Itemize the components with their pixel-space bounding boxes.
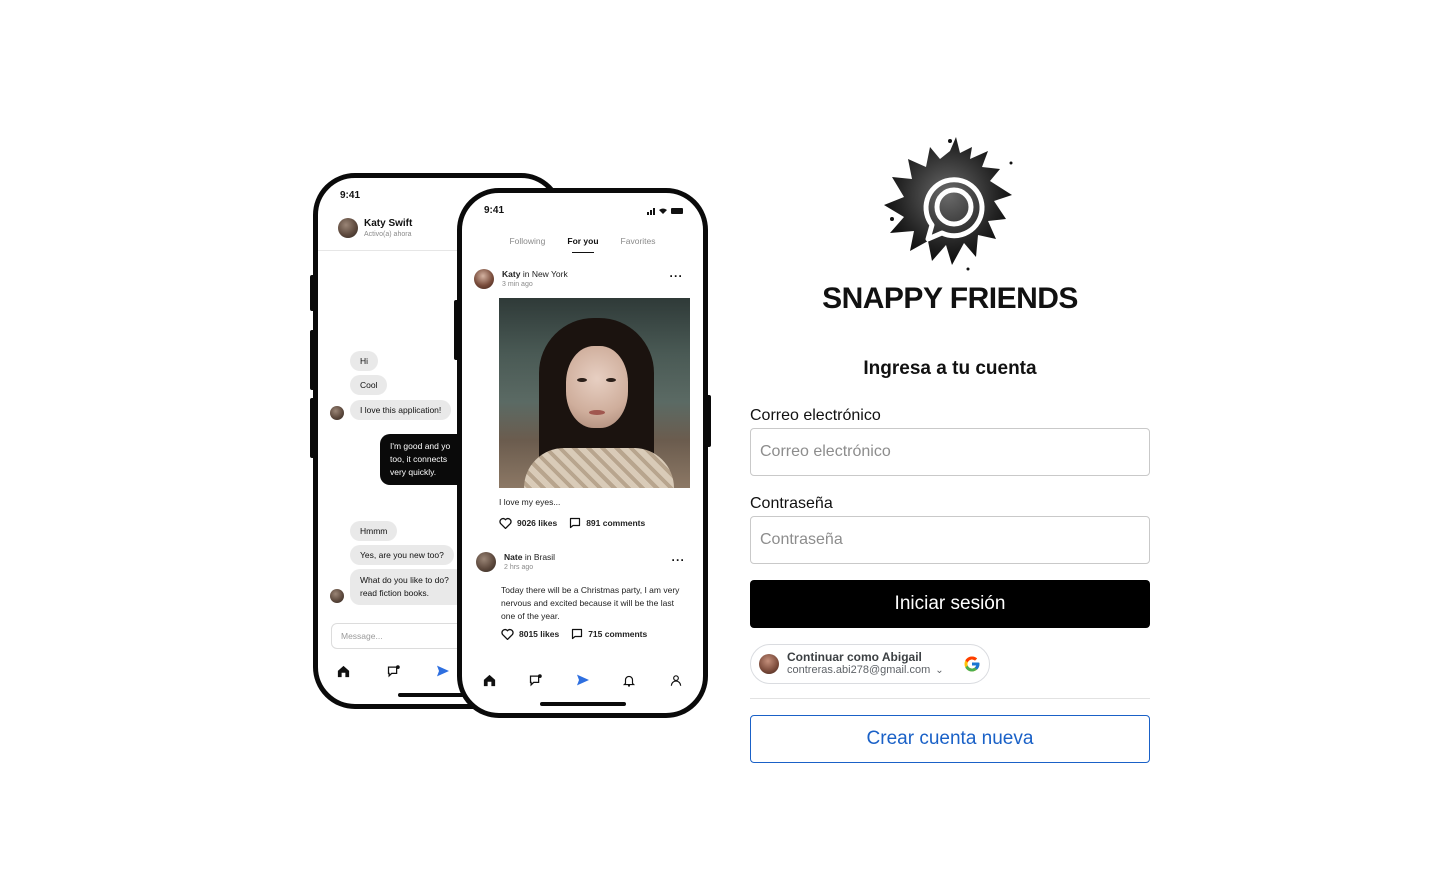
likes-count: 9026 likes	[517, 518, 558, 528]
post-caption: Today there will be a Christmas party, I…	[501, 585, 680, 621]
feed-tabs: Following For you Favorites	[462, 236, 703, 253]
chat-bubble: I love this application!	[350, 400, 452, 420]
tab-following[interactable]: Following	[509, 236, 545, 246]
post-author-line: Nate in Brasil	[504, 552, 555, 562]
status-time: 9:41	[484, 205, 505, 216]
post-header: Nate in Brasil 2 hrs ago	[476, 552, 555, 572]
create-account-button[interactable]: Crear cuenta nueva	[750, 715, 1150, 763]
google-logo-icon	[964, 656, 980, 672]
likes-count: 8015 likes	[519, 629, 560, 639]
contact-name: Katy Swift	[364, 218, 413, 229]
chat-bubble: Cool	[350, 375, 388, 395]
bottom-nav	[462, 671, 703, 689]
comment-icon	[570, 517, 581, 529]
login-button[interactable]: Iniciar sesión	[750, 580, 1150, 628]
home-icon[interactable]	[334, 662, 352, 680]
heart-icon	[501, 628, 514, 640]
send-icon[interactable]	[434, 662, 452, 680]
send-icon[interactable]	[574, 671, 592, 689]
home-icon[interactable]	[480, 671, 498, 689]
bottom-nav	[318, 662, 468, 680]
tab-favorites[interactable]: Favorites	[621, 236, 656, 246]
chat-icon[interactable]	[527, 671, 545, 689]
chat-header: Katy Swift Activo(a) ahora	[338, 218, 412, 238]
google-signin-button[interactable]: Continuar como Abigail contreras.abi278@…	[750, 644, 990, 684]
comment-button[interactable]: 891 comments	[569, 517, 645, 529]
more-options-icon[interactable]: ···	[670, 269, 684, 283]
post-header: Katy in New York 3 min ago	[474, 269, 568, 289]
brand-name: SNAPPY FRIENDS	[822, 282, 1078, 315]
post-location: Brasil	[533, 552, 556, 562]
comment-icon	[572, 628, 583, 640]
google-account-name: Continuar como Abigail	[787, 650, 922, 664]
contact-avatar	[338, 218, 358, 238]
post-time: 3 min ago	[502, 281, 533, 288]
status-icons	[647, 207, 685, 217]
post-author[interactable]: Nate	[504, 552, 522, 562]
splash-camera-icon	[884, 137, 1013, 271]
author-avatar[interactable]	[474, 269, 494, 289]
tab-for-you[interactable]: For you	[567, 236, 599, 253]
post-caption: I love my eyes...	[499, 497, 561, 507]
heart-icon	[499, 517, 512, 529]
contact-status: Activo(a) ahora	[364, 231, 412, 238]
profile-icon[interactable]	[667, 671, 685, 689]
comments-count: 715 comments	[588, 629, 648, 639]
password-label: Contraseña	[750, 495, 833, 512]
chat-icon[interactable]	[384, 662, 402, 680]
status-time: 9:41	[340, 190, 361, 201]
password-field[interactable]	[750, 516, 1150, 564]
post-stats: 9026 likes 891 comments	[499, 517, 645, 529]
chat-bubble: What do you like to do? read fiction boo…	[350, 569, 465, 605]
feed-phone-mockup: 9:41 Following For you Favorites Katy in…	[457, 188, 708, 718]
phone-side-button	[454, 300, 459, 360]
author-avatar[interactable]	[476, 552, 496, 572]
form-divider	[750, 698, 1150, 699]
email-field[interactable]	[750, 428, 1150, 476]
google-avatar	[759, 654, 779, 674]
email-label: Correo electrónico	[750, 407, 881, 424]
comment-button[interactable]: 715 comments	[571, 628, 647, 640]
comments-count: 891 comments	[586, 518, 646, 528]
post-author-line: Katy in New York	[502, 269, 568, 279]
like-button[interactable]: 8015 likes	[501, 628, 559, 640]
contact-avatar-small	[330, 406, 344, 420]
chat-bubble: Hmmm	[350, 521, 398, 541]
bell-icon[interactable]	[620, 671, 638, 689]
post-time: 2 hrs ago	[504, 564, 534, 571]
chevron-down-icon[interactable]: ⌄	[935, 665, 943, 676]
post-stats: 8015 likes 715 comments	[501, 628, 647, 640]
chat-bubble: Yes, are you new too?	[350, 545, 454, 565]
like-button[interactable]: 9026 likes	[499, 517, 557, 529]
chat-bubble: Hi	[350, 351, 379, 371]
google-account-email: contreras.abi278@gmail.com ⌄	[787, 664, 944, 677]
contact-avatar-small	[330, 589, 344, 603]
post-location-prefix: in	[522, 269, 530, 279]
brand-logo	[880, 133, 1020, 273]
phone-side-button	[706, 395, 711, 447]
more-options-icon[interactable]: ···	[672, 553, 686, 567]
post-author[interactable]: Katy	[502, 269, 520, 279]
google-email-text: contreras.abi278@gmail.com	[787, 664, 931, 676]
post-location: New York	[531, 269, 568, 279]
post-image	[499, 298, 690, 488]
login-title: Ingresa a tu cuenta	[863, 358, 1037, 379]
post-location-prefix: in	[524, 552, 532, 562]
home-indicator	[540, 702, 626, 706]
